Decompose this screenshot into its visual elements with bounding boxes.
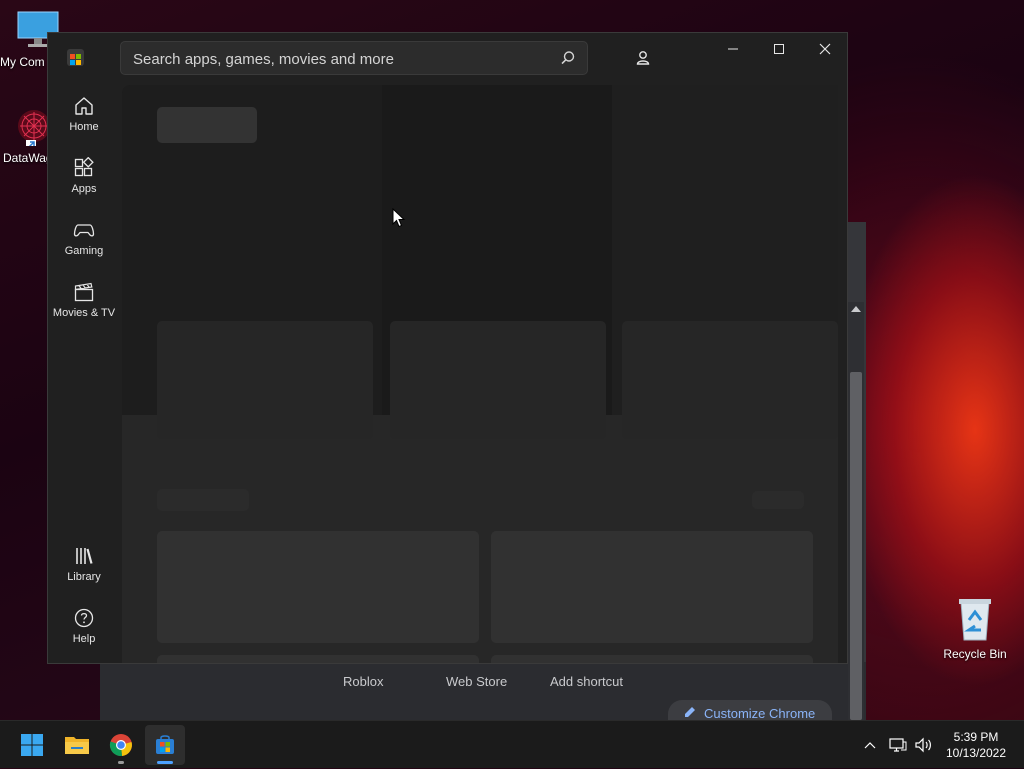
microsoft-store-window[interactable]: Home Apps Gaming Movies & TV	[47, 32, 848, 664]
nav-item-gaming[interactable]: Gaming	[52, 215, 116, 271]
show-hidden-icons-button[interactable]	[858, 721, 882, 769]
nav-item-apps[interactable]: Apps	[52, 153, 116, 209]
chevron-up-icon	[864, 742, 876, 749]
skeleton-tile	[157, 655, 479, 663]
gamepad-icon	[73, 224, 95, 237]
customize-chrome-label: Customize Chrome	[704, 706, 816, 721]
volume-button[interactable]	[912, 721, 936, 769]
minimize-button[interactable]	[710, 33, 756, 65]
running-indicator	[157, 761, 173, 764]
skeleton-tile	[491, 655, 813, 663]
search-icon[interactable]	[559, 49, 577, 67]
person-icon	[636, 51, 650, 65]
desktop-icon-label: DataWag	[3, 151, 53, 165]
maximize-icon	[774, 44, 784, 54]
maximize-button[interactable]	[756, 33, 802, 65]
desktop-icon-label: Recycle Bin	[943, 647, 1007, 661]
nav-item-movies-tv[interactable]: Movies & TV	[52, 277, 116, 333]
skeleton-card	[157, 321, 373, 439]
search-box[interactable]	[120, 41, 588, 76]
recycle-bin-icon	[959, 599, 991, 641]
close-icon	[819, 43, 831, 55]
network-button[interactable]	[886, 721, 910, 769]
nav-item-help[interactable]: Help	[52, 603, 116, 659]
skeleton-tile	[491, 531, 813, 643]
store-logo-icon	[67, 49, 84, 66]
nav-item-label: Home	[69, 121, 99, 133]
taskbar-start-button[interactable]	[12, 725, 52, 765]
help-icon	[74, 608, 94, 628]
taskbar-chrome[interactable]	[101, 725, 141, 765]
scroll-up-icon[interactable]	[851, 306, 861, 312]
store-bag-icon	[156, 735, 174, 754]
skeleton-card	[390, 321, 606, 439]
clapperboard-icon	[74, 282, 94, 302]
scrollbar-thumb[interactable]	[850, 372, 862, 720]
minimize-icon	[728, 48, 738, 50]
skeleton-section-title	[157, 489, 249, 511]
shortcut-roblox[interactable]: Roblox	[343, 674, 383, 689]
desktop-icon-label: My Com	[0, 55, 45, 69]
windows-logo-icon	[21, 734, 43, 756]
shortcut-web-store[interactable]: Web Store	[446, 674, 507, 689]
shortcut-add[interactable]: Add shortcut	[550, 674, 623, 689]
close-button[interactable]	[802, 33, 847, 65]
title-bar[interactable]	[48, 33, 847, 83]
nav-item-label: Library	[67, 571, 101, 583]
skeleton-card	[622, 321, 838, 439]
home-icon	[75, 97, 93, 115]
speaker-icon	[915, 737, 931, 753]
nav-item-home[interactable]: Home	[52, 91, 116, 147]
nav-item-label: Gaming	[64, 245, 104, 257]
clock-date: 10/13/2022	[945, 746, 1007, 760]
desktop-icon-recycle-bin[interactable]: Recycle Bin	[940, 596, 1010, 661]
account-button[interactable]	[627, 42, 659, 74]
library-icon	[76, 548, 93, 564]
desktop-icon-datawag[interactable]: DataWag	[0, 106, 53, 165]
running-indicator	[118, 761, 124, 764]
skeleton-title	[157, 107, 257, 143]
nav-item-label: Help	[72, 633, 96, 645]
loading-content-area	[122, 85, 838, 663]
folder-icon	[65, 737, 89, 754]
taskbar: 5:39 PM 10/13/2022	[0, 720, 1024, 768]
datawag-icon	[18, 110, 50, 150]
mouse-cursor-icon	[392, 208, 406, 228]
nav-item-library[interactable]: Library	[52, 541, 116, 597]
apps-icon	[74, 157, 94, 177]
chrome-icon	[109, 734, 132, 757]
nav-item-label: Movies & TV	[52, 307, 116, 319]
taskbar-clock[interactable]: 5:39 PM 10/13/2022	[940, 729, 1012, 761]
nav-item-label: Apps	[71, 183, 97, 195]
skeleton-see-all	[752, 491, 804, 509]
network-icon	[889, 738, 907, 752]
search-input[interactable]	[131, 42, 555, 76]
clock-time: 5:39 PM	[953, 730, 999, 744]
taskbar-file-explorer[interactable]	[57, 725, 97, 765]
taskbar-microsoft-store[interactable]	[145, 725, 185, 765]
desktop-icon-my-computer[interactable]: My Com	[0, 10, 59, 69]
chrome-scrollbar[interactable]	[848, 302, 864, 720]
skeleton-tile	[157, 531, 479, 643]
side-navigation: Home Apps Gaming Movies & TV Library Hel…	[48, 83, 120, 663]
